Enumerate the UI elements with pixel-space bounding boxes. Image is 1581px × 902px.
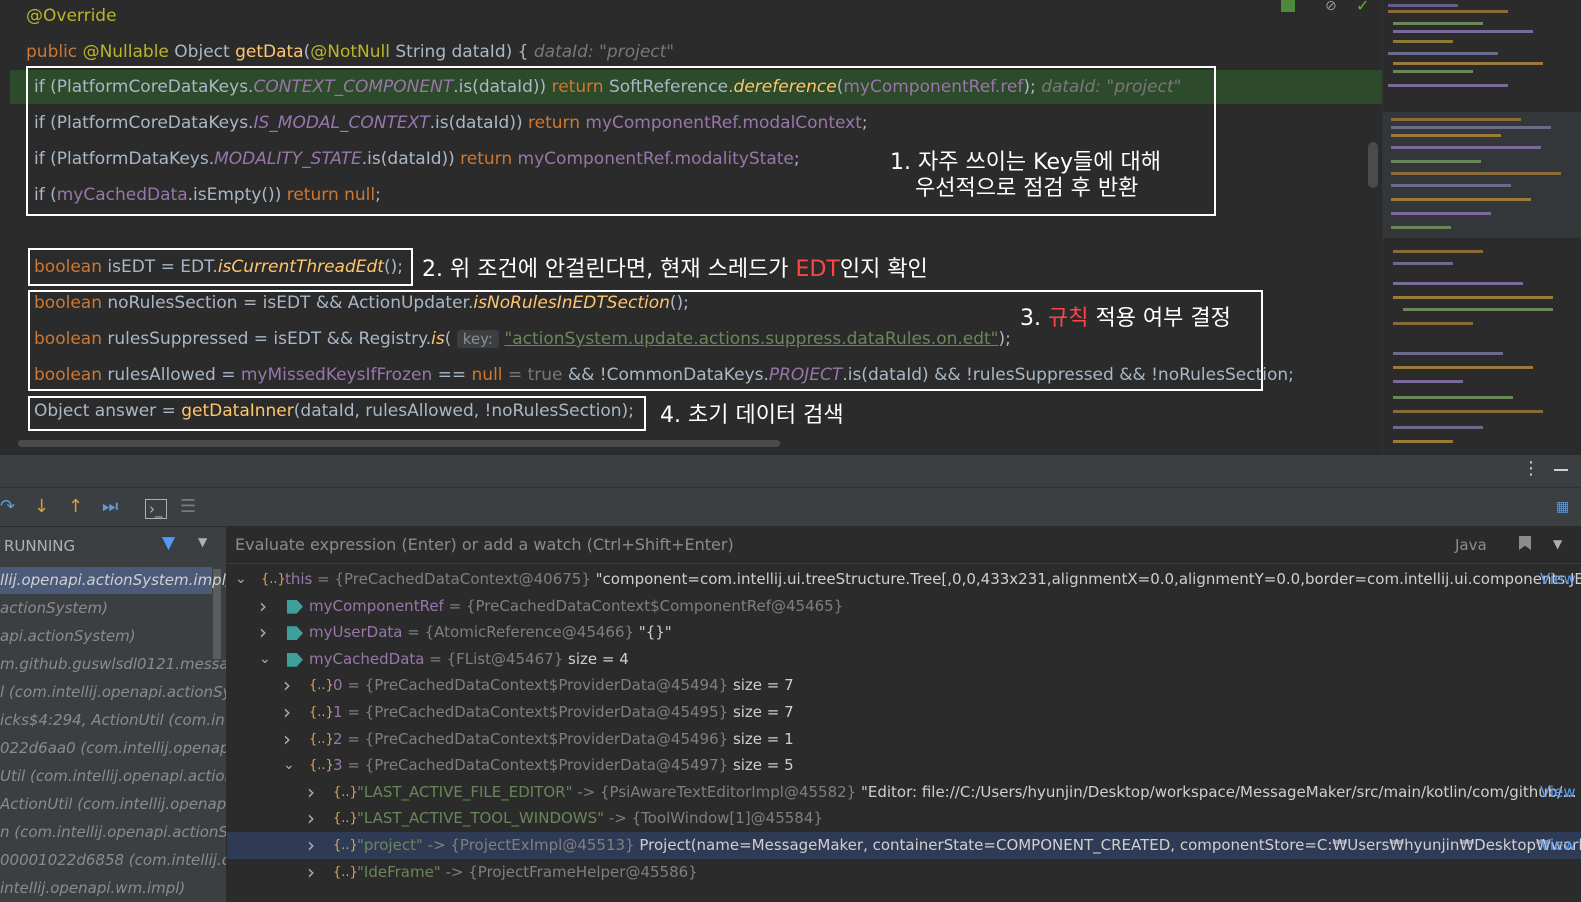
object-icon: {..} (309, 758, 334, 774)
horizontal-scrollbar[interactable] (18, 440, 780, 447)
thread-status: RUNNING (4, 537, 76, 555)
minimap[interactable] (1382, 0, 1581, 455)
object-icon: {..} (333, 784, 358, 800)
expand-arrow-icon[interactable]: › (259, 619, 267, 646)
vertical-scrollbar[interactable] (1368, 142, 1378, 188)
expand-arrow-icon[interactable]: › (307, 779, 315, 806)
debugger-panel: ⋮ ↷ ↓ ↑ ⏭ ›_ ☰ ▦ RUNNING ▼ ▼ llij.openap… (0, 455, 1581, 902)
chevron-down-icon[interactable]: ▼ (1553, 537, 1562, 551)
stack-frame[interactable]: m.github.guswlsdl0121.message (0, 655, 226, 673)
variable-text: myCachedData = {FList@45467} size = 4 (309, 649, 629, 668)
variable-text: "project" -> {ProjectExImpl@45513} Proje… (357, 836, 1581, 854)
minimize-icon[interactable] (1554, 469, 1568, 471)
collapse-arrow-icon[interactable]: ⌄ (259, 646, 271, 673)
view-link[interactable]: View (1540, 566, 1576, 593)
expand-arrow-icon[interactable]: › (283, 672, 291, 699)
check-icon[interactable]: ✓ (1356, 0, 1369, 15)
step-over-icon[interactable]: ↷ (0, 496, 15, 517)
variable-row[interactable]: › {..} 2 = {PreCachedDataContext$ProviderD… (227, 726, 1581, 753)
stack-frame[interactable]: llij.openapi.actionSystem.impl) (0, 571, 226, 589)
variable-text: myUserData = {AtomicReference@45466} "{}… (309, 623, 672, 642)
note-1: 1. 자주 쓰이는 Key들에 대해 우선적으로 점검 후 반환 (890, 150, 1162, 201)
stack-frame[interactable]: 00001022d6858 (com.intellij.op (0, 851, 226, 869)
expand-arrow-icon[interactable]: › (283, 699, 291, 726)
layout-icon[interactable]: ▦ (1556, 499, 1569, 515)
variable-text: "IdeFrame" -> {ProjectFrameHelper@45586} (357, 862, 698, 881)
expand-arrow-icon[interactable]: › (307, 832, 315, 859)
object-icon: {..} (333, 864, 358, 880)
variable-text: myComponentRef = {PreCachedDataContext$C… (309, 596, 844, 615)
variable-row[interactable]: ⌄ {..} 3 = {PreCachedDataContext$ProviderD… (227, 752, 1581, 779)
object-icon: {..} (309, 731, 334, 747)
stack-frame[interactable]: Util (com.intellij.openapi.action (0, 767, 226, 785)
variable-row[interactable]: › {..} "LAST_ACTIVE_FILE_EDITOR" -> {PsiAw… (227, 779, 1581, 806)
chevron-down-icon[interactable]: ▼ (198, 535, 207, 549)
variable-row[interactable]: › {..} "project" -> {ProjectExImpl@45513} … (227, 832, 1581, 859)
field-tag-icon (287, 652, 303, 667)
eval-placeholder: Evaluate expression (Enter) or add a wat… (235, 535, 734, 554)
stack-frame[interactable]: n (com.intellij.openapi.actionSy (0, 823, 226, 841)
hidden-eye-icon[interactable]: ⊘ (1325, 0, 1337, 14)
note-4: 4. 초기 데이터 검색 (660, 403, 844, 428)
stack-frame[interactable]: l (com.intellij.openapi.actionSy (0, 683, 226, 701)
variable-text: 3 = {PreCachedDataContext$ProviderData@4… (333, 756, 794, 775)
variable-row[interactable]: ⌄ {..} this = {PreCachedDataContext@40675}… (227, 566, 1581, 593)
variable-row[interactable]: › myComponentRef = {PreCachedDataContext$… (227, 593, 1581, 620)
filter-icon[interactable]: ▼ (162, 533, 175, 553)
variable-row[interactable]: › myUserData = {AtomicReference@45466} "{… (227, 619, 1581, 646)
object-icon: {..} (333, 811, 358, 827)
view-link[interactable]: View (1540, 779, 1576, 806)
more-options-icon[interactable]: ⋮ (1522, 458, 1540, 479)
note-2: 2. 위 조건에 안걸린다면, 현재 스레드가 EDT인지 확인 (422, 257, 928, 282)
frames-panel: RUNNING ▼ ▼ llij.openapi.actionSystem.im… (0, 527, 227, 902)
run-to-cursor-icon[interactable]: ⏭ (102, 496, 118, 517)
variable-row[interactable]: › {..} 0 = {PreCachedDataContext$ProviderD… (227, 672, 1581, 699)
view-link[interactable]: View (1540, 832, 1576, 859)
step-into-icon[interactable]: ↓ (34, 496, 49, 517)
expand-arrow-icon[interactable]: › (283, 726, 291, 753)
threads-list-icon[interactable]: ☰ (180, 496, 196, 517)
stack-frame[interactable]: ActionUtil (com.intellij.openapi (0, 795, 226, 813)
stack-frame[interactable]: api.actionSystem) (0, 627, 136, 645)
watch-bookmark-icon[interactable] (1519, 536, 1531, 550)
method-signature: public @Nullable Object getData(@NotNull… (26, 42, 675, 62)
object-icon: {..} (333, 838, 358, 853)
object-icon: {..} (309, 678, 334, 694)
variable-text: 2 = {PreCachedDataContext$ProviderData@4… (333, 729, 794, 748)
bookmark-icon[interactable] (1281, 0, 1295, 12)
object-icon: {..} (261, 572, 286, 587)
step-out-icon[interactable]: ↑ (68, 496, 83, 517)
variable-text: 1 = {PreCachedDataContext$ProviderData@4… (333, 703, 794, 721)
stack-frame[interactable]: icks$4:294, ActionUtil (com.inte (0, 711, 226, 729)
variable-text: "LAST_ACTIVE_TOOL_WINDOWS" -> {ToolWindo… (357, 809, 823, 828)
stack-frame[interactable]: 022d6aa0 (com.intellij.openapi. (0, 739, 226, 757)
variable-text: this = {PreCachedDataContext@40675} "com… (285, 570, 1581, 588)
variable-text: 0 = {PreCachedDataContext$ProviderData@4… (333, 676, 794, 695)
evaluate-expression-input[interactable]: Evaluate expression (Enter) or add a wat… (227, 527, 1581, 564)
object-icon: {..} (309, 705, 334, 720)
variable-row[interactable]: ⌄ myCachedData = {FList@45467} size = 4 (227, 646, 1581, 673)
debugger-toolbar: ↷ ↓ ↑ ⏭ ›_ ☰ ▦ (0, 488, 1581, 526)
variable-row[interactable]: › {..} 1 = {PreCachedDataContext$ProviderD… (227, 699, 1581, 726)
override-annotation: @Override (26, 6, 117, 26)
expand-arrow-icon[interactable]: › (307, 805, 315, 832)
variable-text: "LAST_ACTIVE_FILE_EDITOR" -> {PsiAwareTe… (357, 782, 1577, 801)
field-tag-icon (287, 599, 303, 614)
variable-row[interactable]: › {..} "IdeFrame" -> {ProjectFrameHelper@4… (227, 859, 1581, 886)
evaluate-icon[interactable]: ›_ (145, 499, 167, 519)
collapse-arrow-icon[interactable]: ⌄ (235, 566, 247, 593)
annotation-box-2 (28, 248, 413, 286)
variable-row[interactable]: › {..} "LAST_ACTIVE_TOOL_WINDOWS" -> {Tool… (227, 805, 1581, 832)
note-3: 3. 규칙 적용 여부 결정 (1020, 306, 1231, 331)
expand-arrow-icon[interactable]: › (259, 593, 267, 620)
stack-frame[interactable]: intellij.openapi.wm.impl) (0, 879, 185, 897)
stack-frame[interactable]: actionSystem) (0, 599, 108, 617)
language-label[interactable]: Java (1455, 536, 1487, 554)
expand-arrow-icon[interactable]: › (307, 859, 315, 886)
debugger-header: ⋮ (0, 455, 1581, 488)
field-tag-icon (287, 626, 303, 641)
collapse-arrow-icon[interactable]: ⌄ (283, 752, 295, 779)
code-editor[interactable]: @Override public @Nullable Object getDat… (0, 0, 1581, 455)
annotation-box-4 (28, 396, 646, 431)
